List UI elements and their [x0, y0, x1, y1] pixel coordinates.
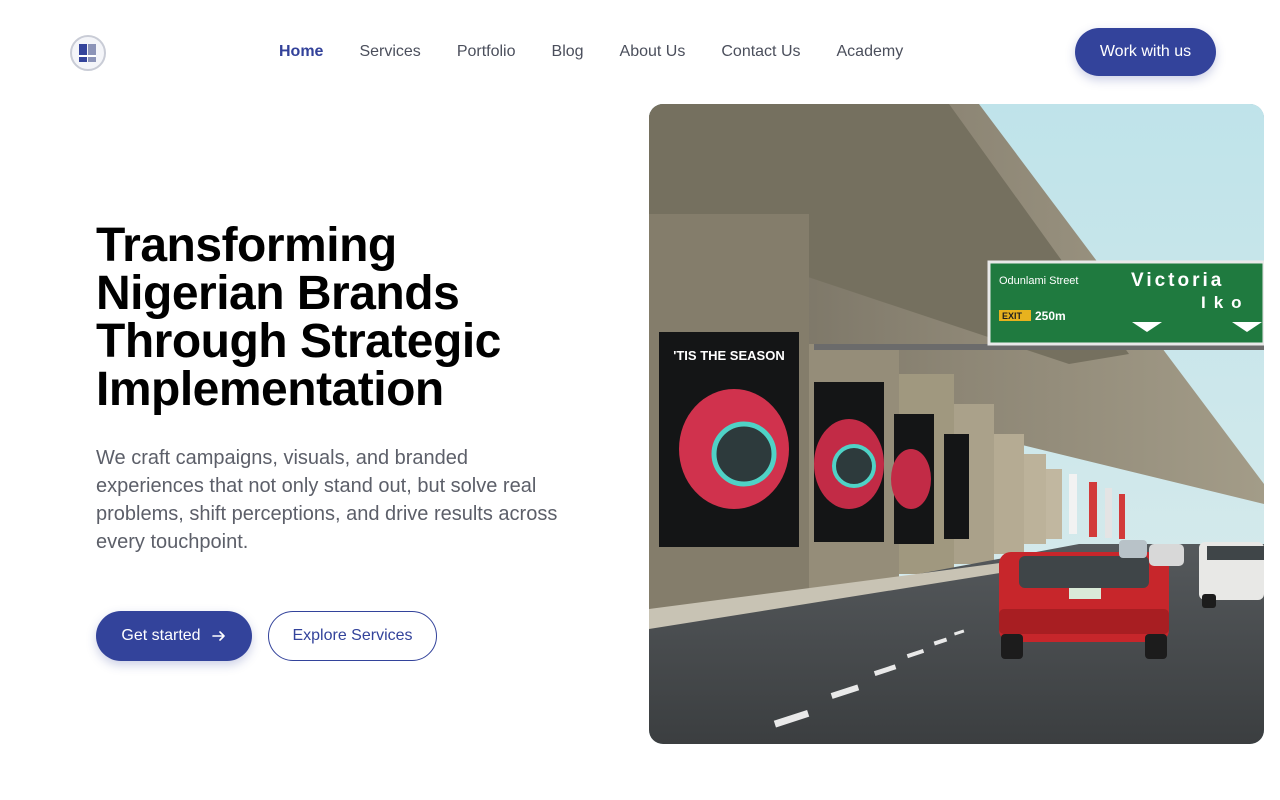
- logo[interactable]: [70, 35, 106, 71]
- nav-contact-us[interactable]: Contact Us: [721, 42, 800, 62]
- sign-destination-text: Victoria: [1131, 270, 1224, 291]
- logo-mark-icon: [79, 44, 96, 62]
- nav-services[interactable]: Services: [359, 42, 420, 62]
- sign-destination-text-2: Iko: [1201, 293, 1250, 312]
- nav-portfolio[interactable]: Portfolio: [457, 42, 516, 62]
- nav-home[interactable]: Home: [279, 42, 323, 62]
- hero-title-line: Transforming: [96, 219, 397, 272]
- billboard-text: 'TIS THE SEASON: [673, 348, 784, 363]
- get-started-label: Get started: [121, 627, 201, 644]
- highway-scene-illustration: 'TIS THE SEASON Odunlami Street Victoria…: [649, 104, 1264, 744]
- hero-title-line: Through Strategic: [96, 315, 501, 368]
- get-started-button[interactable]: Get started: [96, 611, 252, 661]
- sign-exit-text: EXIT: [1002, 311, 1023, 321]
- sign-street-text: Odunlami Street: [999, 275, 1078, 287]
- work-with-us-button[interactable]: Work with us: [1075, 28, 1216, 76]
- arrow-right-icon: [211, 631, 225, 641]
- nav-about-us[interactable]: About Us: [620, 42, 686, 62]
- nav-academy[interactable]: Academy: [837, 42, 904, 62]
- sign-distance-text: 250m: [1035, 309, 1066, 323]
- hero-title: Transforming Nigerian Brands Through Str…: [96, 222, 616, 414]
- explore-services-button[interactable]: Explore Services: [268, 611, 437, 661]
- main-nav: Home Services Portfolio Blog About Us Co…: [279, 42, 903, 62]
- nav-blog[interactable]: Blog: [552, 42, 584, 62]
- hero-title-line: Implementation: [96, 363, 444, 416]
- hero-description: We craft campaigns, visuals, and branded…: [96, 447, 558, 553]
- hero-image: 'TIS THE SEASON Odunlami Street Victoria…: [649, 104, 1264, 744]
- hero-title-line: Nigerian Brands: [96, 267, 460, 320]
